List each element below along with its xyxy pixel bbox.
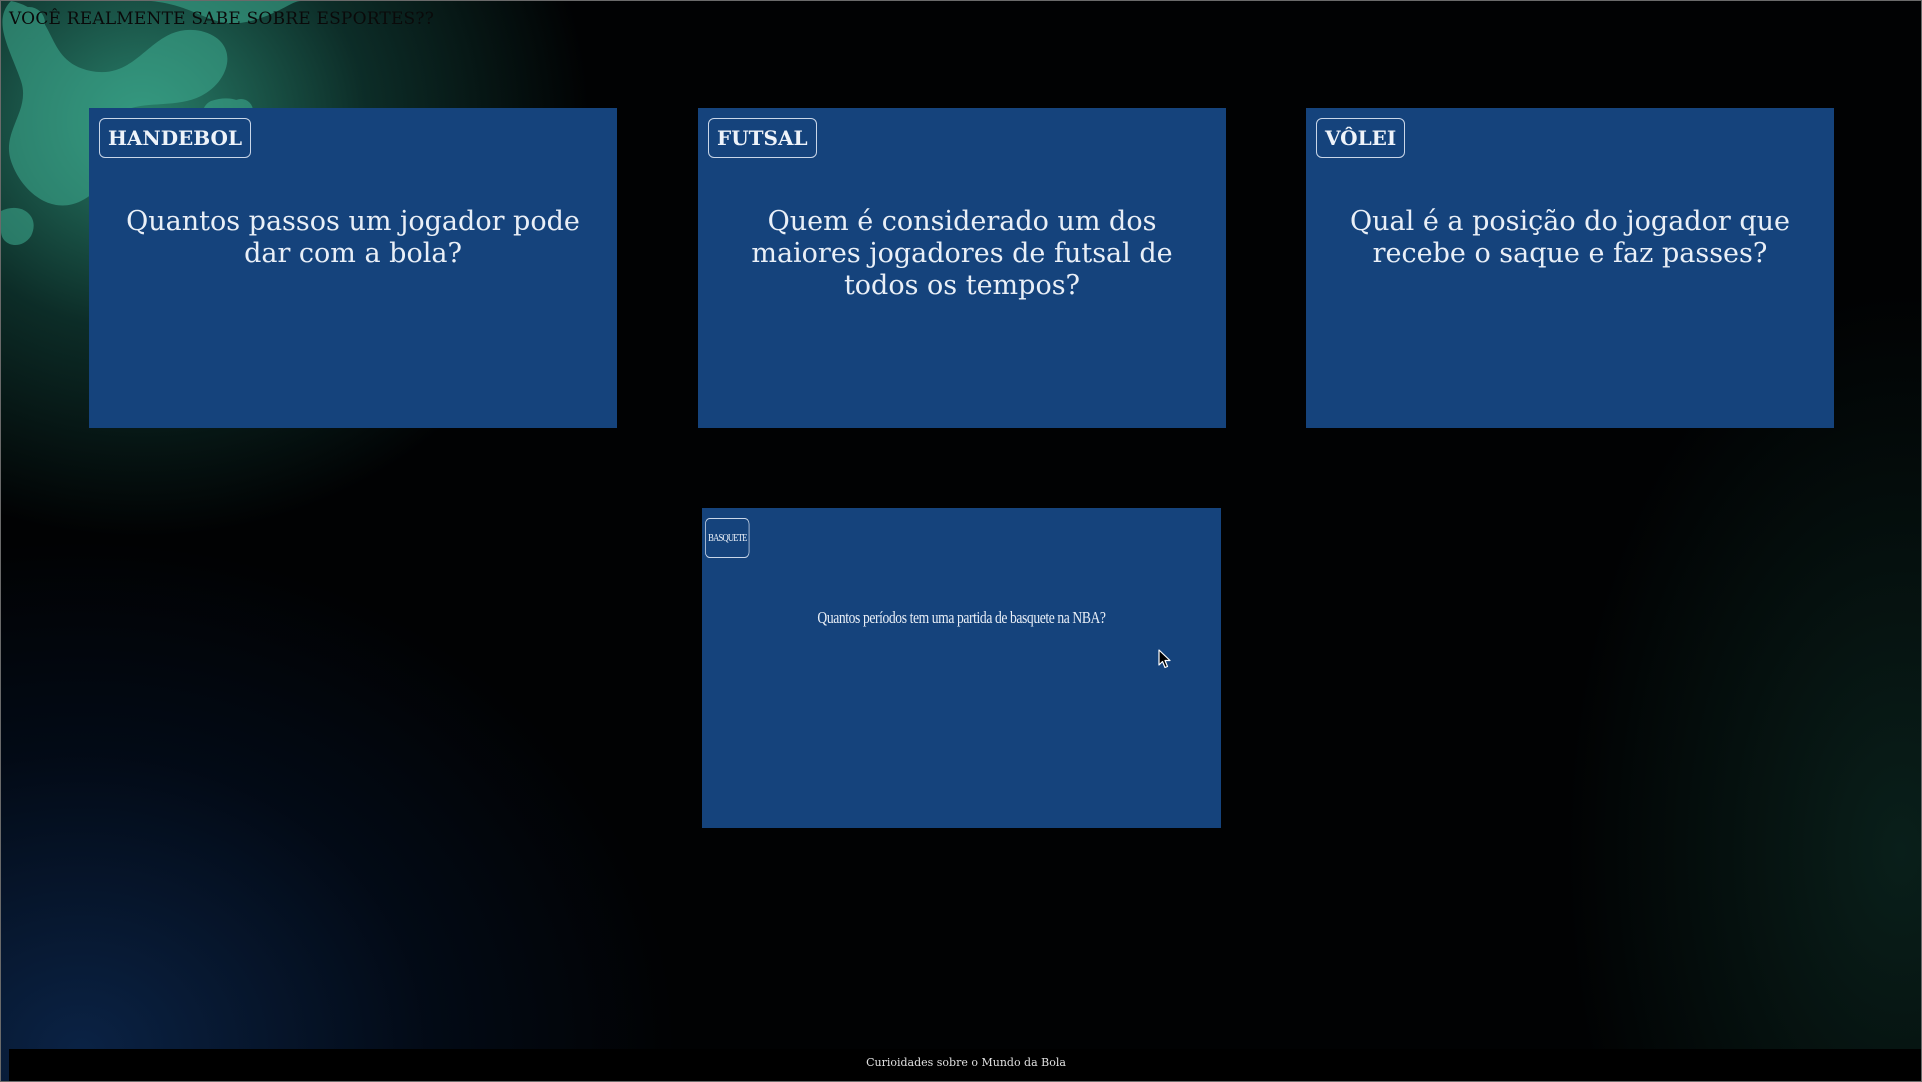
card-basquete[interactable]: BASQUETE Quantos períodos tem uma partid…	[702, 508, 1221, 828]
card-question: Quem é considerado um dos maiores jogado…	[751, 206, 1173, 301]
card-category-badge: BASQUETE	[705, 518, 750, 558]
card-category-badge: FUTSAL	[708, 118, 817, 158]
card-category-badge: HANDEBOL	[99, 118, 252, 158]
card-category-badge: VÔLEI	[1316, 118, 1406, 158]
card-futsal[interactable]: FUTSAL Quem é considerado um dos maiores…	[698, 108, 1226, 428]
card-handebol[interactable]: HANDEBOL Quantos passos um jogador pode …	[89, 108, 617, 428]
page-canvas: VOCÊ REALMENTE SABE SOBRE ESPORTES?? HAN…	[0, 0, 1922, 1082]
mouse-pointer-icon	[1158, 649, 1171, 669]
footer-text: Curioidades sobre o Mundo da Bola	[866, 1056, 1066, 1069]
page-title: VOCÊ REALMENTE SABE SOBRE ESPORTES??	[9, 9, 435, 29]
card-question: Quantos períodos tem uma partida de basq…	[817, 608, 1106, 627]
card-question: Qual é a posição do jogador que recebe o…	[1350, 206, 1790, 269]
card-volei[interactable]: VÔLEI Qual é a posição do jogador que re…	[1306, 108, 1834, 428]
card-question: Quantos passos um jogador pode dar com a…	[126, 206, 580, 269]
footer: Curioidades sobre o Mundo da Bola	[9, 1049, 1921, 1081]
